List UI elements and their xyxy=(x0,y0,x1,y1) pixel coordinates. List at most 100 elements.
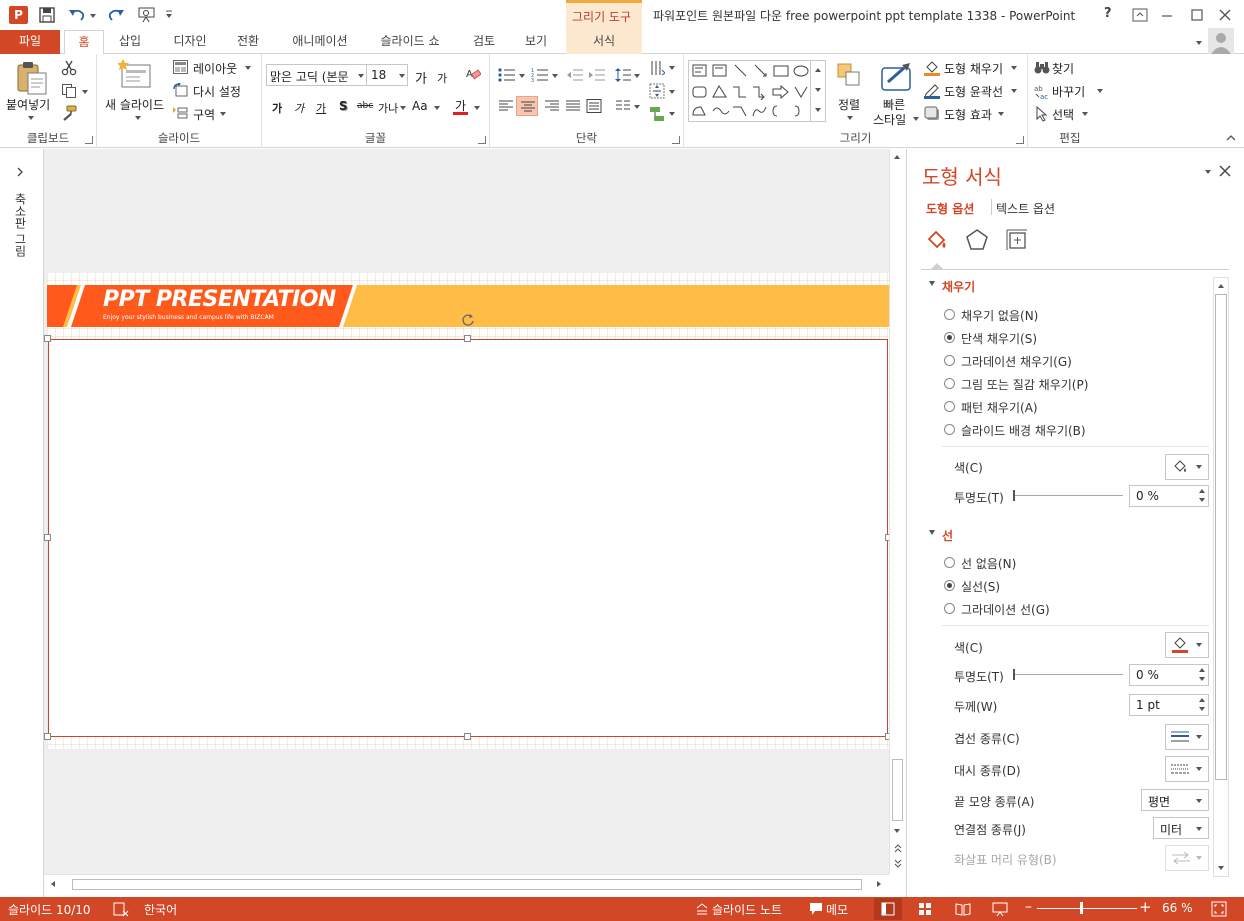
line-transparency-spinner[interactable] xyxy=(1196,665,1208,685)
line-transparency-input[interactable]: 0 % xyxy=(1129,664,1209,686)
line-transparency-thumb[interactable] xyxy=(1013,669,1015,680)
minimize-icon[interactable] xyxy=(1160,8,1174,22)
font-size-combo[interactable]: 18 xyxy=(366,64,408,86)
strikethrough-button[interactable]: abc xyxy=(357,101,373,111)
gallery-up-icon[interactable] xyxy=(815,68,821,72)
bold-button[interactable]: 가 xyxy=(272,100,282,116)
fill-pattern-radio[interactable] xyxy=(944,401,955,412)
find-icon[interactable] xyxy=(1034,60,1050,76)
next-slide-icon[interactable] xyxy=(893,859,903,869)
fill-color-button[interactable] xyxy=(1165,454,1209,480)
shape-outline-icon[interactable] xyxy=(924,83,940,99)
banner-subtitle[interactable]: Enjoy your stylish business and campus l… xyxy=(103,314,274,321)
quick-styles-label-2[interactable]: 스타일 xyxy=(873,111,906,128)
justify-icon[interactable] xyxy=(565,99,581,113)
pane-options-icon[interactable] xyxy=(1205,170,1211,174)
redo-icon[interactable] xyxy=(107,7,125,23)
reset-button[interactable]: 다시 설정 xyxy=(193,83,241,100)
paste-dropdown-icon[interactable] xyxy=(28,116,34,120)
bullets-dropdown-icon[interactable] xyxy=(519,74,525,78)
save-icon[interactable] xyxy=(39,7,55,23)
scroll-down-icon[interactable] xyxy=(894,829,900,833)
language-indicator[interactable]: 한국어 xyxy=(144,901,177,918)
numbering-dropdown-icon[interactable] xyxy=(552,74,558,78)
horizontal-scroll-thumb[interactable] xyxy=(72,879,862,890)
clear-formatting-icon[interactable]: A xyxy=(465,66,481,82)
shape-outline-button[interactable]: 도형 윤곽선 xyxy=(944,83,1003,100)
slide-sorter-icon[interactable] xyxy=(918,902,932,916)
character-spacing-button[interactable]: 가나 xyxy=(378,100,398,116)
fill-transparency-thumb[interactable] xyxy=(1013,490,1015,501)
zoom-level[interactable]: 66 % xyxy=(1162,901,1193,915)
resize-handle-n[interactable] xyxy=(464,335,471,342)
fill-section-header[interactable]: 채우기 xyxy=(942,278,975,295)
gallery-down-icon[interactable] xyxy=(815,88,821,92)
fill-line-icon[interactable] xyxy=(925,228,949,252)
vertical-scroll-thumb[interactable] xyxy=(892,759,903,821)
line-width-spinner[interactable] xyxy=(1196,695,1208,715)
tab-transitions[interactable]: 전환 xyxy=(228,30,268,54)
tab-format[interactable]: 서식 xyxy=(566,30,642,54)
tab-file[interactable]: 파일 xyxy=(0,30,60,54)
shapes-gallery-icons[interactable] xyxy=(691,63,811,121)
shape-effects-icon[interactable] xyxy=(924,106,940,122)
fill-picture-radio[interactable] xyxy=(944,378,955,389)
resize-handle-w[interactable] xyxy=(44,534,51,541)
fill-transparency-spinner[interactable] xyxy=(1196,486,1208,506)
change-case-button[interactable]: Aa xyxy=(412,99,428,113)
quick-styles-icon[interactable] xyxy=(880,62,914,94)
fill-gradient-label[interactable]: 그라데이션 채우기(G) xyxy=(961,353,1072,370)
pane-scroll-thumb[interactable] xyxy=(1215,294,1227,780)
scroll-right-icon[interactable] xyxy=(877,881,881,887)
arrow-type-button[interactable] xyxy=(1165,845,1209,871)
shape-outline-dropdown-icon[interactable] xyxy=(1011,89,1017,93)
line-color-dropdown-icon[interactable] xyxy=(1196,643,1202,647)
thumbnails-label[interactable]: 축소판 그림 xyxy=(12,193,29,257)
section-button[interactable]: 구역 xyxy=(193,106,215,123)
new-slide-dropdown-icon[interactable] xyxy=(135,116,141,120)
line-none-radio[interactable] xyxy=(944,557,955,568)
present-from-start-icon[interactable] xyxy=(137,6,157,24)
dash-type-button[interactable] xyxy=(1165,756,1209,782)
slide-indicator[interactable]: 슬라이드 10/10 xyxy=(8,901,91,918)
shape-effects-dropdown-icon[interactable] xyxy=(998,112,1004,116)
user-avatar[interactable] xyxy=(1208,28,1234,54)
arrange-icon[interactable] xyxy=(836,62,864,90)
resize-handle-s[interactable] xyxy=(464,733,471,740)
line-section-header[interactable]: 선 xyxy=(942,527,953,544)
help-button[interactable]: ? xyxy=(1104,6,1112,21)
cap-type-dropdown-icon[interactable] xyxy=(1196,799,1202,803)
arrange-button[interactable]: 정렬 xyxy=(838,96,860,113)
arrange-dropdown-icon[interactable] xyxy=(847,116,853,120)
zoom-slider[interactable] xyxy=(1037,908,1137,909)
font-name-combo[interactable]: 맑은 고딕 (본문 xyxy=(266,64,367,86)
customize-toolbar-icon[interactable] xyxy=(165,10,173,20)
zoom-slider-thumb[interactable] xyxy=(1080,902,1083,914)
find-button[interactable]: 찾기 xyxy=(1052,60,1074,77)
fill-color-dropdown-icon[interactable] xyxy=(1196,465,1202,469)
fill-picture-label[interactable]: 그림 또는 질감 채우기(P) xyxy=(961,376,1088,393)
format-painter-icon[interactable] xyxy=(61,105,77,121)
numbering-icon[interactable]: 123 xyxy=(531,68,549,82)
align-text-icon[interactable] xyxy=(649,83,665,99)
zoom-out-button[interactable]: – xyxy=(1025,899,1032,915)
maximize-icon[interactable] xyxy=(1190,8,1204,22)
fill-gradient-radio[interactable] xyxy=(944,355,955,366)
shape-fill-button[interactable]: 도형 채우기 xyxy=(944,60,1003,77)
line-spacing-icon[interactable] xyxy=(615,67,631,83)
line-gradient-label[interactable]: 그라데이션 선(G) xyxy=(961,601,1050,618)
smartart-icon[interactable] xyxy=(649,106,665,122)
shapes-gallery-scroll[interactable] xyxy=(810,60,826,122)
layout-dropdown-icon[interactable] xyxy=(245,66,251,70)
change-case-dropdown-icon[interactable] xyxy=(434,106,440,110)
horizontal-scrollbar[interactable] xyxy=(44,874,889,897)
align-center-button[interactable] xyxy=(516,96,538,116)
slide-canvas[interactable]: PPT PRESENTATION Enjoy your stylish busi… xyxy=(44,149,892,874)
paste-icon[interactable] xyxy=(15,60,49,96)
slide[interactable]: PPT PRESENTATION Enjoy your stylish busi… xyxy=(44,273,892,749)
line-gradient-radio[interactable] xyxy=(944,603,955,614)
gallery-more-icon[interactable] xyxy=(815,108,821,112)
tab-insert[interactable]: 삽입 xyxy=(110,30,150,54)
new-slide-button[interactable]: 새 슬라이드 xyxy=(105,96,164,113)
account-dropdown-icon[interactable] xyxy=(1196,41,1202,45)
